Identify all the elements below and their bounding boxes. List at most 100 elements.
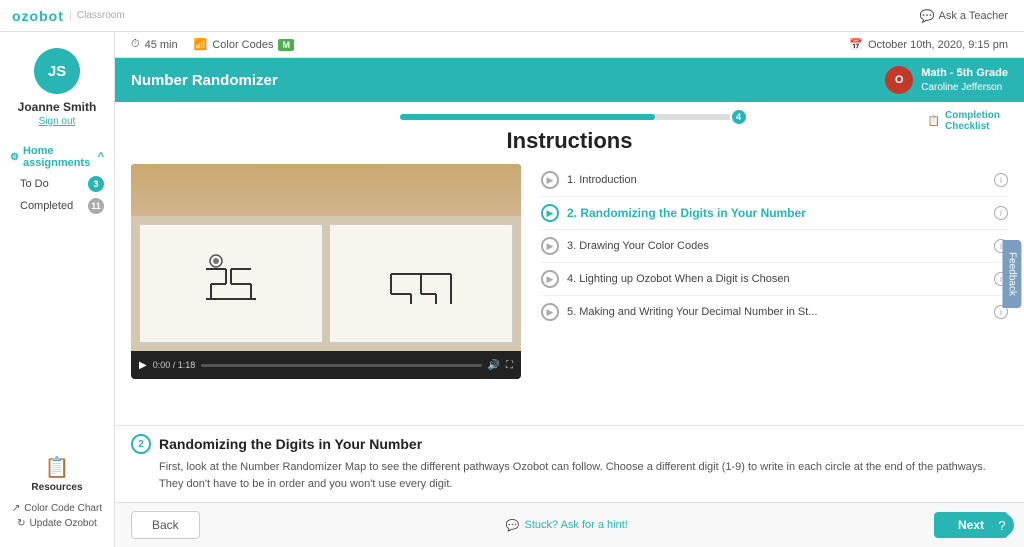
step-5[interactable]: ▶ 5. Making and Writing Your Decimal Num… [541,296,1008,328]
teacher-name: Caroline Jefferson [921,81,1008,94]
update-icon: ↻ [17,518,25,529]
two-col-layout: ▶ 0:00 / 1:18 🔊 ⛶ ▶ 1. [115,164,1024,425]
desc-text: First, look at the Number Randomizer Map… [131,459,1008,492]
checklist-label: CompletionChecklist [945,110,1000,132]
help-button[interactable]: ? [990,513,1014,537]
step-2-label: 2. Randomizing the Digits in Your Number [567,206,986,220]
avatar: JS [34,48,80,94]
back-button[interactable]: Back [131,511,200,539]
step-3-circle: ▶ [541,237,559,255]
classroom-label: Classroom [70,10,125,21]
calendar-icon: 📅 [849,38,863,51]
bottom-bar: Back 💬 Stuck? Ask for a hint! Next [115,502,1024,547]
teacher-text: Math - 5th Grade Caroline Jefferson [921,66,1008,93]
hint-chat-icon: 💬 [506,519,520,532]
type-meta: 📶 Color Codes M [194,38,294,51]
meta-left: ⏱ 45 min 📶 Color Codes M [131,38,294,51]
step-5-label: 5. Making and Writing Your Decimal Numbe… [567,306,986,318]
video-player[interactable]: ▶ 0:00 / 1:18 🔊 ⛶ [131,164,521,379]
clock-icon: ⏱ [131,38,140,51]
video-column: ▶ 0:00 / 1:18 🔊 ⛶ [131,164,521,415]
lesson-type: Color Codes [212,39,273,51]
instructions-heading: Instructions [115,124,1024,164]
desc-step-num: 2 [131,434,151,454]
step-2-info[interactable]: i [994,206,1008,220]
step-1-label: 1. Introduction [567,174,986,186]
step-4-label: 4. Lighting up Ozobot When a Digit is Ch… [567,273,986,285]
play-button[interactable]: ▶ [139,360,147,371]
home-assignments-section: ⚙ Home assignments ^ To Do 3 Completed 1… [0,141,114,217]
step-2[interactable]: ▶ 2. Randomizing the Digits in Your Numb… [541,197,1008,230]
maze-left-svg [196,249,266,319]
teacher-avatar: O [885,66,913,94]
lesson-title: Number Randomizer [131,72,278,89]
maze-right-svg [386,249,456,319]
right-paper [329,224,513,343]
desc-title: Randomizing the Digits in Your Number [159,436,422,452]
todo-badge: 3 [88,176,104,192]
section-label: Home assignments [19,145,98,169]
video-paper-area [131,216,521,351]
step-3-label: 3. Drawing Your Color Codes [567,240,986,252]
progress-fill [400,114,655,120]
step-1-info[interactable]: i [994,173,1008,187]
sidebar: JS Joanne Smith Sign out ⚙ Home assignme… [0,32,115,547]
video-controls[interactable]: ▶ 0:00 / 1:18 🔊 ⛶ [131,351,521,379]
progress-step-indicator: 4 [730,108,748,126]
sign-out-link[interactable]: Sign out [39,116,76,127]
progress-area: 4 📋 CompletionChecklist [115,102,1024,124]
sidebar-item-todo[interactable]: To Do 3 [0,173,114,195]
teacher-grade: Math - 5th Grade [921,66,1008,80]
difficulty-badge: M [278,39,294,51]
content-area: 4 📋 CompletionChecklist Instructions [115,102,1024,502]
video-progress-track[interactable] [201,364,481,367]
date-area: 📅 October 10th, 2020, 9:15 pm [849,38,1008,51]
update-ozobot-link[interactable]: ↻ Update Ozobot [17,516,97,531]
fullscreen-icon[interactable]: ⛶ [506,360,513,371]
description-section: 2 Randomizing the Digits in Your Number … [115,425,1024,502]
chevron-up-icon: ^ [98,151,104,163]
time-display: 0:00 / 1:18 [153,360,196,370]
header-bar: Number Randomizer O Math - 5th Grade Car… [115,58,1024,102]
resources-icon: 📋 [45,455,70,480]
sidebar-bottom: 📋 Resources ↗ Color Code Chart ↻ Update … [12,455,102,537]
hint-area[interactable]: 💬 Stuck? Ask for a hint! [506,519,628,532]
completion-checklist-button[interactable]: 📋 CompletionChecklist [928,110,1000,132]
checklist-icon: 📋 [928,116,940,127]
main-area: ⏱ 45 min 📶 Color Codes M 📅 October 10th,… [115,32,1024,547]
step-1[interactable]: ▶ 1. Introduction i [541,164,1008,197]
date-value: October 10th, 2020, 9:15 pm [868,39,1008,51]
ask-teacher-link[interactable]: 💬 Ask a Teacher [920,9,1008,23]
video-content [131,164,521,351]
ozobot-logo-text: ozobot [12,8,64,24]
completed-label: Completed [20,200,73,212]
home-assignments-header[interactable]: ⚙ Home assignments ^ [0,141,114,173]
duration-value: 45 min [145,39,178,51]
step-5-circle: ▶ [541,303,559,321]
sidebar-item-completed[interactable]: Completed 11 [0,195,114,217]
todo-label: To Do [20,178,49,190]
step-4-circle: ▶ [541,270,559,288]
desc-title-row: 2 Randomizing the Digits in Your Number [131,434,1008,454]
step-4[interactable]: ▶ 4. Lighting up Ozobot When a Digit is … [541,263,1008,296]
teacher-info: O Math - 5th Grade Caroline Jefferson [885,66,1008,94]
step-1-circle: ▶ [541,171,559,189]
hint-label: Stuck? Ask for a hint! [525,519,628,531]
color-code-icon: ↗ [12,503,20,514]
gear-icon: ⚙ [10,152,19,163]
global-nav: ozobot Classroom 💬 Ask a Teacher [0,0,1024,32]
top-meta-bar: ⏱ 45 min 📶 Color Codes M 📅 October 10th,… [115,32,1024,58]
chat-icon: 💬 [920,9,935,23]
resources-section: 📋 Resources [31,455,82,493]
logo-area: ozobot Classroom [12,8,129,24]
signal-icon: 📶 [194,38,208,51]
resources-label: Resources [31,482,82,493]
feedback-tab[interactable]: Feedback [1003,240,1022,308]
volume-icon[interactable]: 🔊 [488,360,500,371]
color-code-chart-link[interactable]: ↗ Color Code Chart [12,501,102,516]
step-3[interactable]: ▶ 3. Drawing Your Color Codes i [541,230,1008,263]
user-name: Joanne Smith [18,100,97,114]
steps-column: ▶ 1. Introduction i ▶ 2. Randomizing the… [521,164,1008,415]
duration-meta: ⏱ 45 min [131,38,178,51]
left-paper [139,224,323,343]
